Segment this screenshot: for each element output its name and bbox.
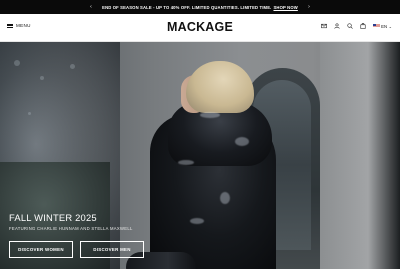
bokeh-light	[28, 112, 31, 115]
model-hair	[186, 61, 254, 113]
coat-highlight	[178, 160, 194, 165]
chevron-left-icon[interactable]: ‹	[84, 0, 98, 14]
bokeh-light	[14, 60, 20, 66]
coat-highlight	[200, 112, 220, 118]
bag-icon[interactable]	[360, 23, 366, 29]
user-icon[interactable]	[334, 23, 340, 29]
locale-selector[interactable]: EN ⌄	[372, 23, 392, 29]
chevron-right-icon[interactable]: ›	[302, 0, 316, 14]
site-header: MENU MACKAGE EN ⌄	[0, 14, 400, 42]
shop-now-link[interactable]: SHOP NOW	[273, 5, 297, 10]
announcement-message: END OF SEASON SALE - UP TO 40% OFF. LIMI…	[102, 4, 272, 10]
hero-title: FALL WINTER 2025	[9, 212, 97, 223]
locale-label: EN	[381, 23, 388, 29]
coat-highlight	[235, 137, 249, 146]
hero-banner	[0, 42, 400, 269]
announcement-bar: ‹ END OF SEASON SALE - UP TO 40% OFF. LI…	[0, 0, 400, 14]
search-icon[interactable]	[347, 23, 353, 29]
discover-men-button[interactable]: DISCOVER MEN	[80, 241, 144, 258]
header-actions: EN ⌄	[320, 23, 392, 29]
discover-women-button[interactable]: DISCOVER WOMEN	[9, 241, 73, 258]
coat-highlight	[190, 218, 204, 224]
bokeh-light	[70, 64, 75, 69]
bokeh-light	[40, 76, 44, 80]
coat-highlight	[220, 192, 230, 204]
hero-subtitle: FEATURING CHARLIE HUNNAM AND STELLA MAXW…	[9, 226, 133, 231]
hero-wall	[320, 42, 400, 269]
us-flag-icon	[372, 23, 380, 29]
chevron-down-icon: ⌄	[388, 23, 392, 29]
mail-icon[interactable]	[320, 23, 327, 29]
